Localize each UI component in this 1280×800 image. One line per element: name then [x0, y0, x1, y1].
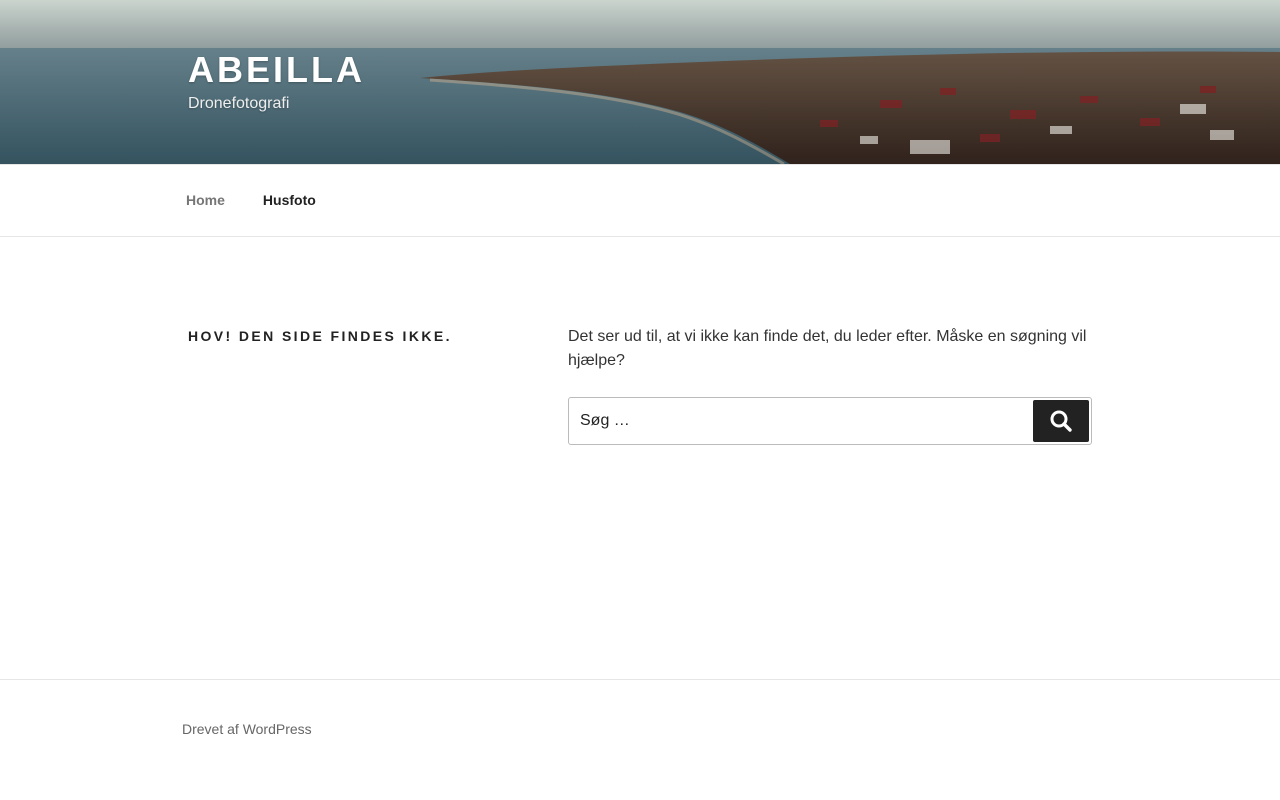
- primary-menu: Home Husfoto: [170, 165, 332, 236]
- site-description: Dronefotografi: [188, 95, 290, 112]
- search-button[interactable]: [1033, 400, 1089, 442]
- search-icon: [1050, 410, 1072, 432]
- nav-item-home[interactable]: Home: [170, 192, 241, 208]
- page-title: HOV! DEN SIDE FINDES IKKE.: [188, 328, 452, 344]
- nav-item-husfoto[interactable]: Husfoto: [241, 192, 332, 208]
- powered-by-link[interactable]: Drevet af WordPress: [182, 720, 312, 738]
- main-content: HOV! DEN SIDE FINDES IKKE. Det ser ud ti…: [0, 237, 1280, 679]
- search-form: [568, 397, 1092, 445]
- not-found-message: Det ser ud til, at vi ikke kan finde det…: [568, 328, 1087, 369]
- main-navigation: Home Husfoto: [0, 164, 1280, 237]
- search-input[interactable]: [569, 398, 1029, 444]
- site-header: ABEILLA Dronefotografi: [0, 0, 1280, 164]
- site-footer: Drevet af WordPress: [0, 679, 1280, 800]
- page-body: Det ser ud til, at vi ikke kan finde det…: [568, 325, 1092, 445]
- site-title-link[interactable]: ABEILLA: [188, 48, 365, 92]
- site-branding: ABEILLA Dronefotografi: [188, 48, 365, 114]
